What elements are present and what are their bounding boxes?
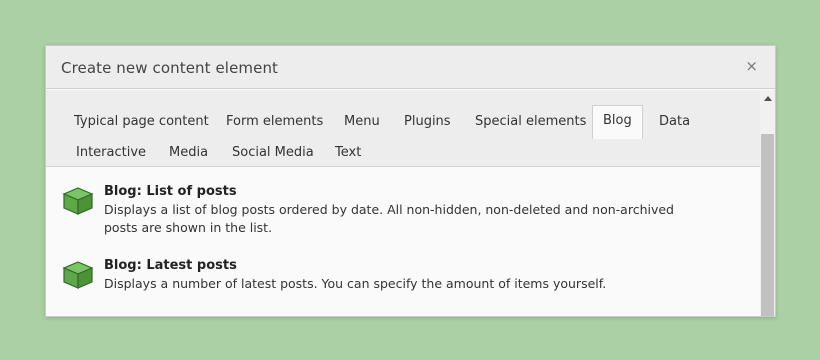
cube-icon: [62, 187, 94, 215]
tab-interactive[interactable]: Interactive: [76, 145, 146, 161]
tab-special-elements[interactable]: Special elements: [475, 114, 586, 130]
tab-social-media[interactable]: Social Media: [232, 145, 314, 161]
item-description: Displays a list of blog posts ordered by…: [104, 202, 674, 235]
tab-plugins[interactable]: Plugins: [404, 114, 451, 130]
tab-media[interactable]: Media: [169, 145, 208, 161]
tab-form-elements[interactable]: Form elements: [226, 114, 323, 130]
item-description: Displays a number of latest posts. You c…: [104, 276, 607, 291]
dialog-title: Create new content element: [61, 59, 279, 77]
content-element-dialog: Create new content element × Typical pag…: [45, 45, 776, 317]
close-button[interactable]: ×: [745, 59, 758, 74]
scrollbar-thumb[interactable]: [761, 134, 774, 316]
cube-icon: [62, 316, 94, 317]
tab-typical-page-content[interactable]: Typical page content: [74, 114, 209, 130]
tab-bar: Typical page content Form elements Menu …: [46, 90, 760, 167]
scroll-up-icon[interactable]: [763, 94, 773, 104]
dialog-header: Create new content element ×: [46, 46, 775, 89]
content-element-list: Blog: List of posts Displays a list of b…: [46, 168, 760, 317]
item-title: Blog: List of posts: [104, 184, 237, 199]
tab-data[interactable]: Data: [659, 114, 690, 130]
item-title: Blog: Latest posts: [104, 258, 237, 273]
tab-menu[interactable]: Menu: [344, 114, 380, 130]
vertical-scrollbar[interactable]: [760, 90, 775, 316]
tab-blog[interactable]: Blog: [592, 105, 643, 139]
cube-icon: [62, 261, 94, 289]
tab-text[interactable]: Text: [335, 145, 361, 161]
